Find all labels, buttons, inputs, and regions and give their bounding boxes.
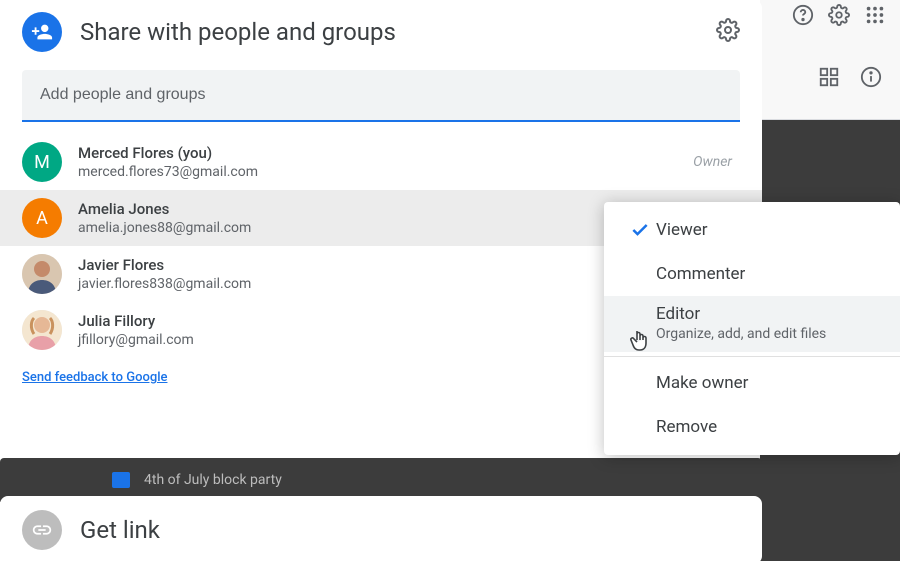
check-icon	[624, 220, 656, 240]
menu-label: Commenter	[656, 264, 745, 284]
background-item-text: 4th of July block party	[144, 472, 282, 488]
link-icon	[22, 510, 62, 550]
menu-item-commenter[interactable]: Commenter	[604, 252, 900, 296]
feedback-link[interactable]: Send feedback to Google	[22, 370, 167, 385]
dialog-header: Share with people and groups	[0, 0, 762, 62]
get-link-title: Get link	[80, 516, 160, 544]
menu-label: Make owner	[656, 373, 748, 393]
info-icon[interactable]	[860, 66, 882, 88]
calendar-icon	[112, 472, 130, 488]
share-settings-icon[interactable]	[716, 18, 740, 46]
menu-label: Viewer	[656, 220, 708, 240]
menu-item-make-owner[interactable]: Make owner	[604, 361, 900, 405]
share-icon	[22, 12, 62, 52]
menu-label: Editor	[656, 304, 826, 324]
menu-item-viewer[interactable]: Viewer	[604, 208, 900, 252]
add-people-input[interactable]	[40, 86, 722, 104]
menu-label: Remove	[656, 417, 717, 437]
avatar: A	[22, 198, 62, 238]
menu-divider	[604, 356, 900, 357]
person-email: merced.flores73@gmail.com	[78, 164, 677, 180]
menu-sublabel: Organize, add, and edit files	[656, 326, 826, 342]
avatar	[22, 254, 62, 294]
menu-item-remove[interactable]: Remove	[604, 405, 900, 449]
person-row[interactable]: M Merced Flores (you) merced.flores73@gm…	[0, 134, 762, 190]
get-link-section[interactable]: Get link	[0, 496, 762, 564]
settings-gear-icon[interactable]	[828, 4, 850, 26]
apps-grid-icon[interactable]	[864, 4, 886, 26]
dialog-title: Share with people and groups	[80, 18, 698, 46]
menu-item-editor[interactable]: Editor Organize, add, and edit files	[604, 296, 900, 352]
avatar: M	[22, 142, 62, 182]
person-name: Merced Flores (you)	[78, 144, 677, 162]
add-people-input-wrap[interactable]	[22, 70, 740, 122]
role-label: Owner	[693, 154, 740, 170]
person-info: Merced Flores (you) merced.flores73@gmai…	[78, 144, 677, 180]
backdrop-toolbar	[760, 0, 900, 120]
help-icon[interactable]	[792, 4, 814, 26]
avatar	[22, 310, 62, 350]
grid-view-icon[interactable]	[818, 66, 840, 88]
role-menu: Viewer Commenter Editor Organize, add, a…	[604, 202, 900, 455]
